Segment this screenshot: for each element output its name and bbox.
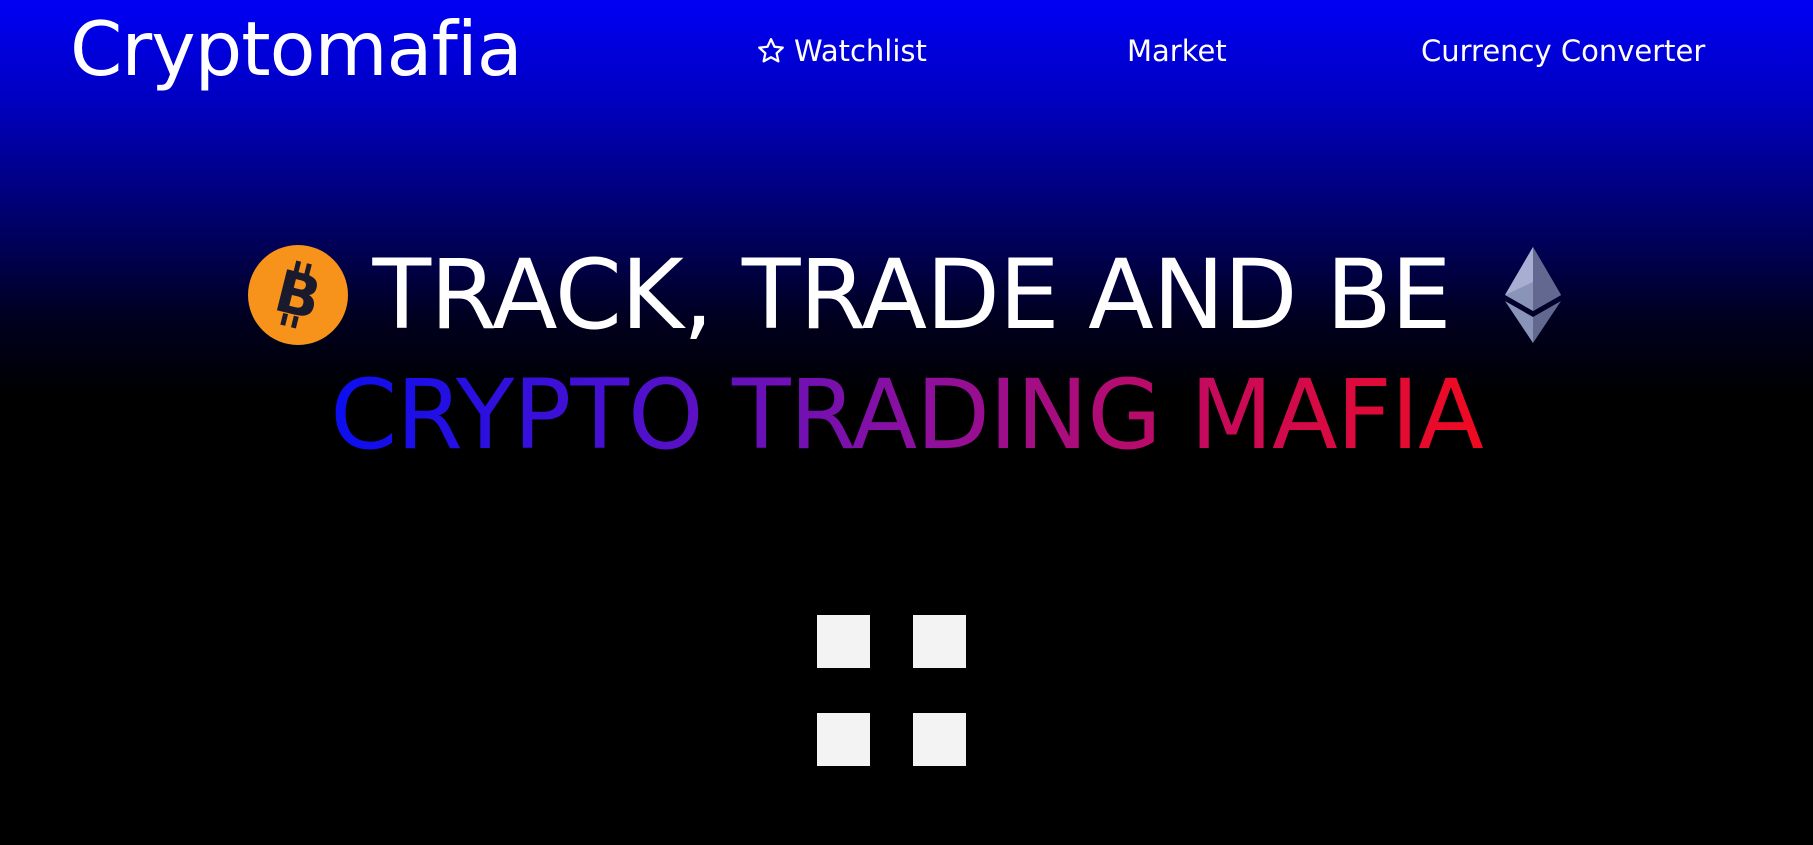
- nav-currency-converter[interactable]: Currency Converter: [1421, 34, 1705, 69]
- hero-headline-row: B TRACK, TRADE AND BE: [0, 240, 1813, 350]
- header: Cryptomafia Watchlist Market Currency Co…: [0, 0, 1813, 110]
- loading-squares-icon: [817, 615, 967, 766]
- page: Cryptomafia Watchlist Market Currency Co…: [0, 0, 1813, 845]
- ethereum-icon: [1504, 247, 1561, 344]
- hero-tagline: CRYPTO TRADING MAFIA: [0, 360, 1813, 470]
- loader-square: [817, 615, 870, 668]
- loader-square: [817, 713, 870, 766]
- loader-square: [913, 713, 966, 766]
- nav-watchlist[interactable]: Watchlist: [756, 34, 927, 69]
- star-icon: [758, 38, 784, 63]
- nav-watchlist-label: Watchlist: [794, 34, 927, 68]
- brand-logo[interactable]: Cryptomafia: [70, 8, 523, 91]
- hero-headline: TRACK, TRADE AND BE: [372, 239, 1451, 351]
- nav-currency-converter-label: Currency Converter: [1421, 34, 1706, 68]
- hero-tagline-text: CRYPTO TRADING MAFIA: [330, 359, 1484, 471]
- hero: B TRACK, TRADE AND BE CRYPTO TRADING MAF…: [0, 240, 1813, 500]
- bitcoin-icon: B: [248, 245, 349, 346]
- nav-market-label: Market: [1127, 34, 1227, 68]
- nav-market[interactable]: Market: [1127, 34, 1227, 69]
- loader-square: [913, 615, 966, 668]
